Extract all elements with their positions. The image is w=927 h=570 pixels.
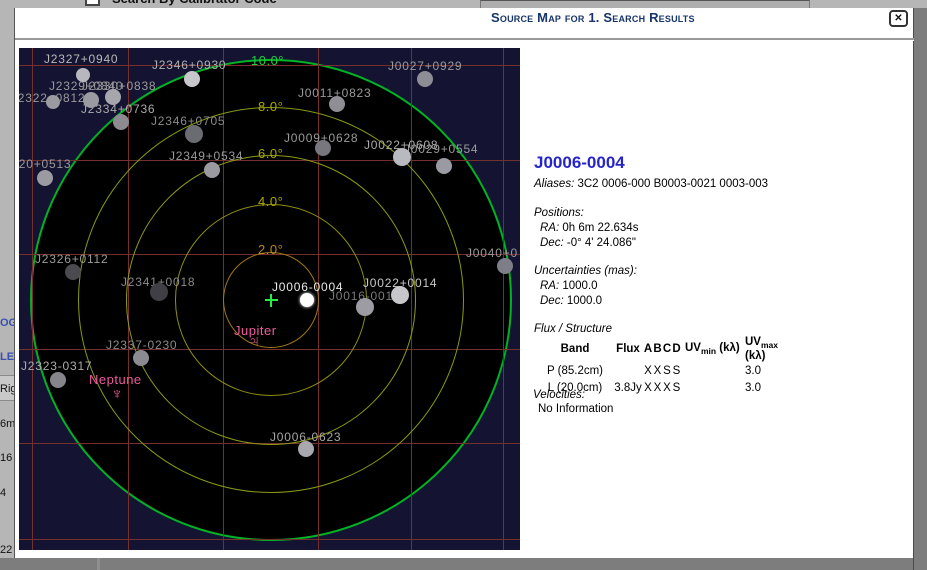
calibrator-code-label: Search By Calibrator Code xyxy=(112,0,277,6)
page-fragment-text: OG xyxy=(0,317,14,329)
page-fragment-text: Rig xyxy=(0,383,14,395)
flux-col-header: C xyxy=(662,336,672,362)
source-dot[interactable] xyxy=(184,71,200,87)
source-label[interactable]: J0029+0554 xyxy=(404,142,478,156)
source-dot[interactable] xyxy=(315,140,331,156)
jupiter-symbol-icon: ♃ xyxy=(248,334,260,350)
flux-cell: S xyxy=(672,362,681,379)
flux-cell: P (85.2cm) xyxy=(537,362,613,379)
source-label[interactable]: J2320+0513 xyxy=(19,157,71,171)
flux-cell xyxy=(681,379,741,396)
flux-structure-label: Flux / Structure xyxy=(534,322,612,337)
flux-cell: S xyxy=(662,362,672,379)
source-dot[interactable] xyxy=(83,92,99,108)
screen: Search By Calibrator Code OG LEC Rig 6m 16 4 2… xyxy=(0,0,927,570)
source-map: 2.0°4.0°6.0°8.0°10.0°J2327+0940J2346+093… xyxy=(19,48,520,550)
source-dot[interactable] xyxy=(393,148,411,166)
flux-col-header: Flux xyxy=(613,336,643,362)
aliases-value: 3C2 0006-000 B0003-0021 0003-003 xyxy=(577,178,768,190)
background-page-right xyxy=(913,8,927,570)
uncertainties-label: Uncertainties (mas): xyxy=(534,264,637,279)
flux-table: BandFluxABCDUVmin (kλ)UVmax (kλ) P (85.2c… xyxy=(537,336,801,396)
source-label[interactable]: J2327+0940 xyxy=(44,52,118,66)
background-page-bottom xyxy=(0,558,927,570)
flux-col-header: A xyxy=(643,336,653,362)
source-dot[interactable] xyxy=(76,68,90,82)
source-label[interactable]: J2330+0838 xyxy=(82,79,156,93)
page-fragment-text: LEC xyxy=(0,351,14,363)
background-page-left: OG LEC Rig 6m 16 4 22 xyxy=(0,8,14,558)
background-input-field[interactable] xyxy=(480,0,810,8)
velocities-label: Velocities: xyxy=(533,388,585,403)
page-fragment-text: 16 xyxy=(0,452,12,464)
flux-col-header: D xyxy=(672,336,681,362)
velocities-value: No Information xyxy=(538,402,613,417)
source-label[interactable]: J2323-0317 xyxy=(21,359,92,373)
source-label[interactable]: J2349+0534 xyxy=(169,149,243,163)
source-dot[interactable] xyxy=(50,372,66,388)
source-dot[interactable] xyxy=(113,114,129,130)
page-fragment-text: 22 xyxy=(0,544,12,556)
source-dot[interactable] xyxy=(298,441,314,457)
ring-label: 8.0° xyxy=(258,99,283,114)
source-dot[interactable] xyxy=(436,158,452,174)
flux-cell: S xyxy=(672,379,681,396)
flux-cell xyxy=(613,362,643,379)
flux-col-header: B xyxy=(653,336,662,362)
ring-label: 10.0° xyxy=(251,53,284,68)
flux-cell: 3.8Jy xyxy=(613,379,643,396)
source-label[interactable]: J2346+0930 xyxy=(152,58,226,72)
source-dot[interactable] xyxy=(204,162,220,178)
uncertainty-dec: Dec: 1000.0 xyxy=(534,294,637,309)
neptune-symbol-icon: ♆ xyxy=(111,387,123,403)
uncertainties-block: Uncertainties (mas): RA: 1000.0 Dec: 100… xyxy=(534,264,637,309)
background-column-divider xyxy=(97,558,100,570)
positions-block: Positions: RA: 0h 6m 22.634s Dec: -0° 4'… xyxy=(534,206,638,251)
source-dot[interactable] xyxy=(417,71,433,87)
page-fragment-text: 4 xyxy=(0,487,6,499)
flux-col-header: Band xyxy=(537,336,613,362)
flux-col-header: UVmin (kλ) xyxy=(681,336,741,362)
source-dot[interactable] xyxy=(37,170,53,186)
position-dec: Dec: -0° 4' 24.086" xyxy=(534,236,638,251)
source-dot[interactable] xyxy=(133,350,149,366)
search-center-cross xyxy=(270,294,272,307)
source-label[interactable]: J0040+0 xyxy=(466,246,518,260)
calibrator-code-checkbox[interactable] xyxy=(85,0,100,6)
flux-cell: 3.0 xyxy=(741,379,801,396)
flux-cell: X xyxy=(662,379,672,396)
flux-cell: X xyxy=(653,379,662,396)
flux-row: P (85.2cm)XXSS3.0 xyxy=(537,362,801,379)
positions-label: Positions: xyxy=(534,206,638,221)
flux-cell: X xyxy=(653,362,662,379)
source-dot[interactable] xyxy=(300,293,314,307)
source-aliases: Aliases: 3C2 0006-000 B0003-0021 0003-00… xyxy=(534,177,768,192)
page-fragment-text: 6m xyxy=(0,418,14,430)
background-page-top: Search By Calibrator Code xyxy=(0,0,927,8)
uncertainty-ra: RA: 1000.0 xyxy=(534,279,637,294)
flux-cell xyxy=(681,362,741,379)
source-dot[interactable] xyxy=(46,95,60,109)
position-ra: RA: 0h 6m 22.634s xyxy=(534,221,638,236)
source-details-panel: J0006-0004 Aliases: 3C2 0006-000 B0003-0… xyxy=(534,8,909,558)
source-dot[interactable] xyxy=(497,258,513,274)
grid-line xyxy=(503,48,504,550)
source-dot[interactable] xyxy=(105,89,121,105)
source-dot[interactable] xyxy=(150,283,168,301)
flux-cell: X xyxy=(643,362,653,379)
source-dot[interactable] xyxy=(356,298,374,316)
source-map-dialog: Source Map for 1. Search Results ✕ 2.0°4… xyxy=(14,8,913,558)
source-dot[interactable] xyxy=(329,96,345,112)
flux-col-header: UVmax (kλ) xyxy=(741,336,801,362)
grid-line xyxy=(32,48,33,550)
aliases-label: Aliases: xyxy=(534,178,574,190)
flux-cell: X xyxy=(643,379,653,396)
planet-label: Neptune xyxy=(89,372,142,387)
source-dot[interactable] xyxy=(185,125,203,143)
grid-line xyxy=(19,539,520,540)
source-dot[interactable] xyxy=(65,264,81,280)
flux-cell: 3.0 xyxy=(741,362,801,379)
source-dot[interactable] xyxy=(391,286,409,304)
source-name: J0006-0004 xyxy=(534,155,625,170)
